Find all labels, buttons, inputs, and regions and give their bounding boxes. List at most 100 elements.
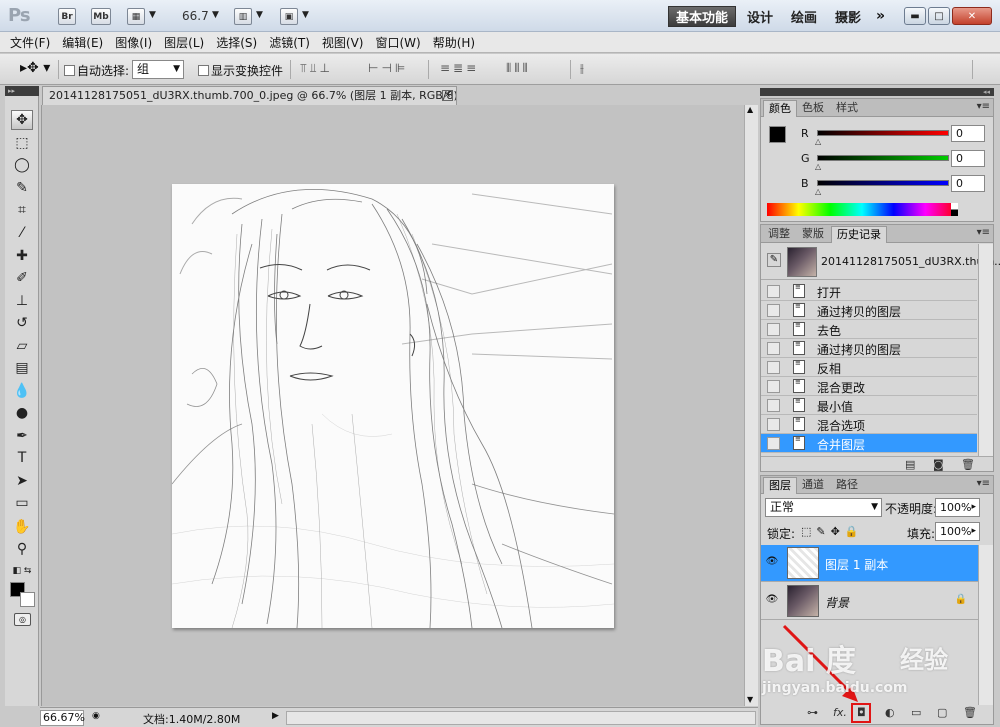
workspace-design[interactable]: 设计 — [740, 6, 780, 27]
eraser-tool-icon[interactable]: ▱ — [11, 336, 33, 356]
blue-channel-value[interactable]: 0 — [951, 175, 985, 192]
panel-menu-icon[interactable]: ▾≡ — [977, 101, 990, 112]
history-brush-source-icon[interactable]: ✎ — [767, 253, 781, 267]
lasso-tool-icon[interactable]: ◯ — [11, 155, 33, 175]
slider-handle-icon[interactable]: △ — [815, 187, 821, 196]
history-checkbox[interactable] — [767, 285, 780, 298]
tab-swatches[interactable]: 色板 — [797, 100, 829, 117]
menu-help[interactable]: 帮助(H) — [429, 34, 483, 51]
dodge-tool-icon[interactable]: ● — [11, 403, 33, 423]
new-group-icon[interactable]: ▭ — [911, 706, 921, 719]
document-tab[interactable]: 20141128175051_dU3RX.thumb.700_0.jpeg @ … — [42, 86, 457, 105]
layer-style-fx-icon[interactable]: fx. — [833, 706, 847, 719]
slider-handle-icon[interactable]: △ — [815, 137, 821, 146]
history-checkbox[interactable] — [767, 437, 780, 450]
chevron-right-icon[interactable]: ▸ — [971, 523, 976, 540]
crop-tool-icon[interactable]: ⌗ — [11, 200, 33, 220]
scroll-down-icon[interactable]: ▼ — [747, 695, 753, 704]
status-info-icon[interactable]: ◉ — [92, 711, 100, 721]
history-checkbox[interactable] — [767, 361, 780, 374]
trash-icon[interactable]: 🗑 — [961, 458, 975, 471]
workspace-photography[interactable]: 摄影 — [828, 6, 868, 27]
menu-file[interactable]: 文件(F) — [6, 34, 58, 51]
history-step[interactable]: ≡ 打开 — [761, 282, 977, 301]
canvas-area[interactable] — [41, 105, 744, 706]
status-menu-icon[interactable]: ▶ — [272, 711, 279, 721]
workspace-essentials[interactable]: 基本功能 — [668, 6, 737, 27]
mini-bridge-button[interactable]: Mb — [91, 8, 111, 25]
more-workspaces-icon[interactable]: » — [876, 8, 885, 24]
eyedropper-tool-icon[interactable]: ⁄ — [11, 223, 33, 243]
auto-select-checkbox[interactable]: 自动选择: — [64, 62, 129, 79]
vertical-scrollbar[interactable]: ▲ ▼ — [744, 105, 758, 706]
menu-window[interactable]: 窗口(W) — [371, 34, 428, 51]
red-channel-slider[interactable] — [817, 130, 949, 136]
tab-channels[interactable]: 通道 — [797, 477, 829, 494]
history-step[interactable]: ≡ 最小值 — [761, 396, 977, 415]
new-snapshot-icon[interactable]: ◙ — [933, 458, 944, 471]
align-edges-icons[interactable]: ⫪⫫⊥ — [300, 61, 333, 76]
quick-mask-icon[interactable]: ◎ — [14, 613, 31, 626]
swap-colors-icon[interactable]: ◧ ⇆ — [11, 561, 33, 581]
panel-grip[interactable]: ◂◂ — [760, 88, 994, 96]
distribute-vertical-icons[interactable]: ≡≣≡ — [440, 61, 479, 75]
close-document-icon[interactable]: × — [442, 90, 453, 101]
tab-adjustments[interactable]: 调整 — [763, 226, 795, 243]
pen-tool-icon[interactable]: ✒ — [11, 426, 33, 446]
fill-field[interactable]: 100% ▸ — [935, 522, 980, 541]
panel-menu-icon[interactable]: ▾≡ — [977, 478, 990, 489]
blue-channel-slider[interactable] — [817, 180, 949, 186]
slider-handle-icon[interactable]: △ — [815, 162, 821, 171]
adjustment-layer-icon[interactable]: ◐ — [885, 706, 895, 719]
move-tool-icon[interactable]: ✥ — [11, 110, 33, 130]
visibility-eye-icon[interactable]: 👁 — [765, 556, 779, 570]
history-brush-tool-icon[interactable]: ↺ — [11, 313, 33, 333]
quick-selection-tool-icon[interactable]: ✎ — [11, 178, 33, 198]
tab-layers[interactable]: 图层 — [763, 477, 797, 494]
chevron-down-icon[interactable]: ▼ — [256, 10, 263, 20]
green-channel-slider[interactable] — [817, 155, 949, 161]
history-checkbox[interactable] — [767, 418, 780, 431]
layers-scrollbar[interactable] — [978, 545, 993, 705]
blur-tool-icon[interactable]: 💧 — [11, 381, 33, 401]
green-channel-value[interactable]: 0 — [951, 150, 985, 167]
chevron-down-icon[interactable]: ▼ — [212, 10, 219, 20]
layer-row-background[interactable]: 👁 背景 🔒 — [761, 583, 993, 620]
chevron-right-icon[interactable]: ▸ — [971, 499, 976, 516]
menu-edit[interactable]: 编辑(E) — [58, 34, 111, 51]
history-checkbox[interactable] — [767, 304, 780, 317]
history-step[interactable]: ≡ 通过拷贝的图层 — [761, 301, 977, 320]
history-checkbox[interactable] — [767, 323, 780, 336]
history-step[interactable]: ≡ 反相 — [761, 358, 977, 377]
workspace-painting[interactable]: 绘画 — [784, 6, 824, 27]
auto-select-target-dropdown[interactable]: 组 ▼ — [132, 60, 184, 79]
healing-brush-tool-icon[interactable]: ✚ — [11, 246, 33, 266]
history-step[interactable]: ≡ 通过拷贝的图层 — [761, 339, 977, 358]
tab-paths[interactable]: 路径 — [831, 477, 863, 494]
zoom-level[interactable]: 66.7 — [182, 9, 209, 23]
tab-color[interactable]: 颜色 — [763, 100, 797, 117]
history-step[interactable]: ≡ 混合更改 — [761, 377, 977, 396]
link-layers-icon[interactable]: ⊶ — [807, 706, 818, 719]
distribute-horizontal-icons[interactable]: ⦀⦀⦀ — [506, 61, 531, 76]
history-step-current[interactable]: ≡ 合并图层 — [761, 434, 977, 453]
zoom-tool-icon[interactable]: ⚲ — [11, 539, 33, 559]
arrange-documents-icon[interactable]: ▥ — [234, 8, 252, 25]
layer-row-copy[interactable]: 👁 图层 1 副本 — [761, 545, 993, 582]
menu-select[interactable]: 选择(S) — [212, 34, 265, 51]
document-canvas[interactable] — [172, 184, 614, 628]
menu-view[interactable]: 视图(V) — [318, 34, 372, 51]
history-checkbox[interactable] — [767, 380, 780, 393]
history-checkbox[interactable] — [767, 399, 780, 412]
auto-align-icon[interactable]: ⫲ — [580, 61, 587, 76]
screen-mode-icon[interactable]: ▣ — [280, 8, 298, 25]
tab-styles[interactable]: 样式 — [831, 100, 863, 117]
black-white-ramp[interactable] — [951, 203, 958, 216]
show-transform-checkbox[interactable]: 显示变换控件 — [198, 62, 283, 79]
trash-icon[interactable]: 🗑 — [963, 706, 977, 719]
new-layer-icon[interactable]: ▢ — [937, 706, 947, 719]
history-step[interactable]: ≡ 去色 — [761, 320, 977, 339]
marquee-tool-icon[interactable]: ⬚ — [11, 133, 33, 153]
type-tool-icon[interactable]: T — [11, 448, 33, 468]
bridge-button[interactable]: Br — [58, 8, 76, 25]
